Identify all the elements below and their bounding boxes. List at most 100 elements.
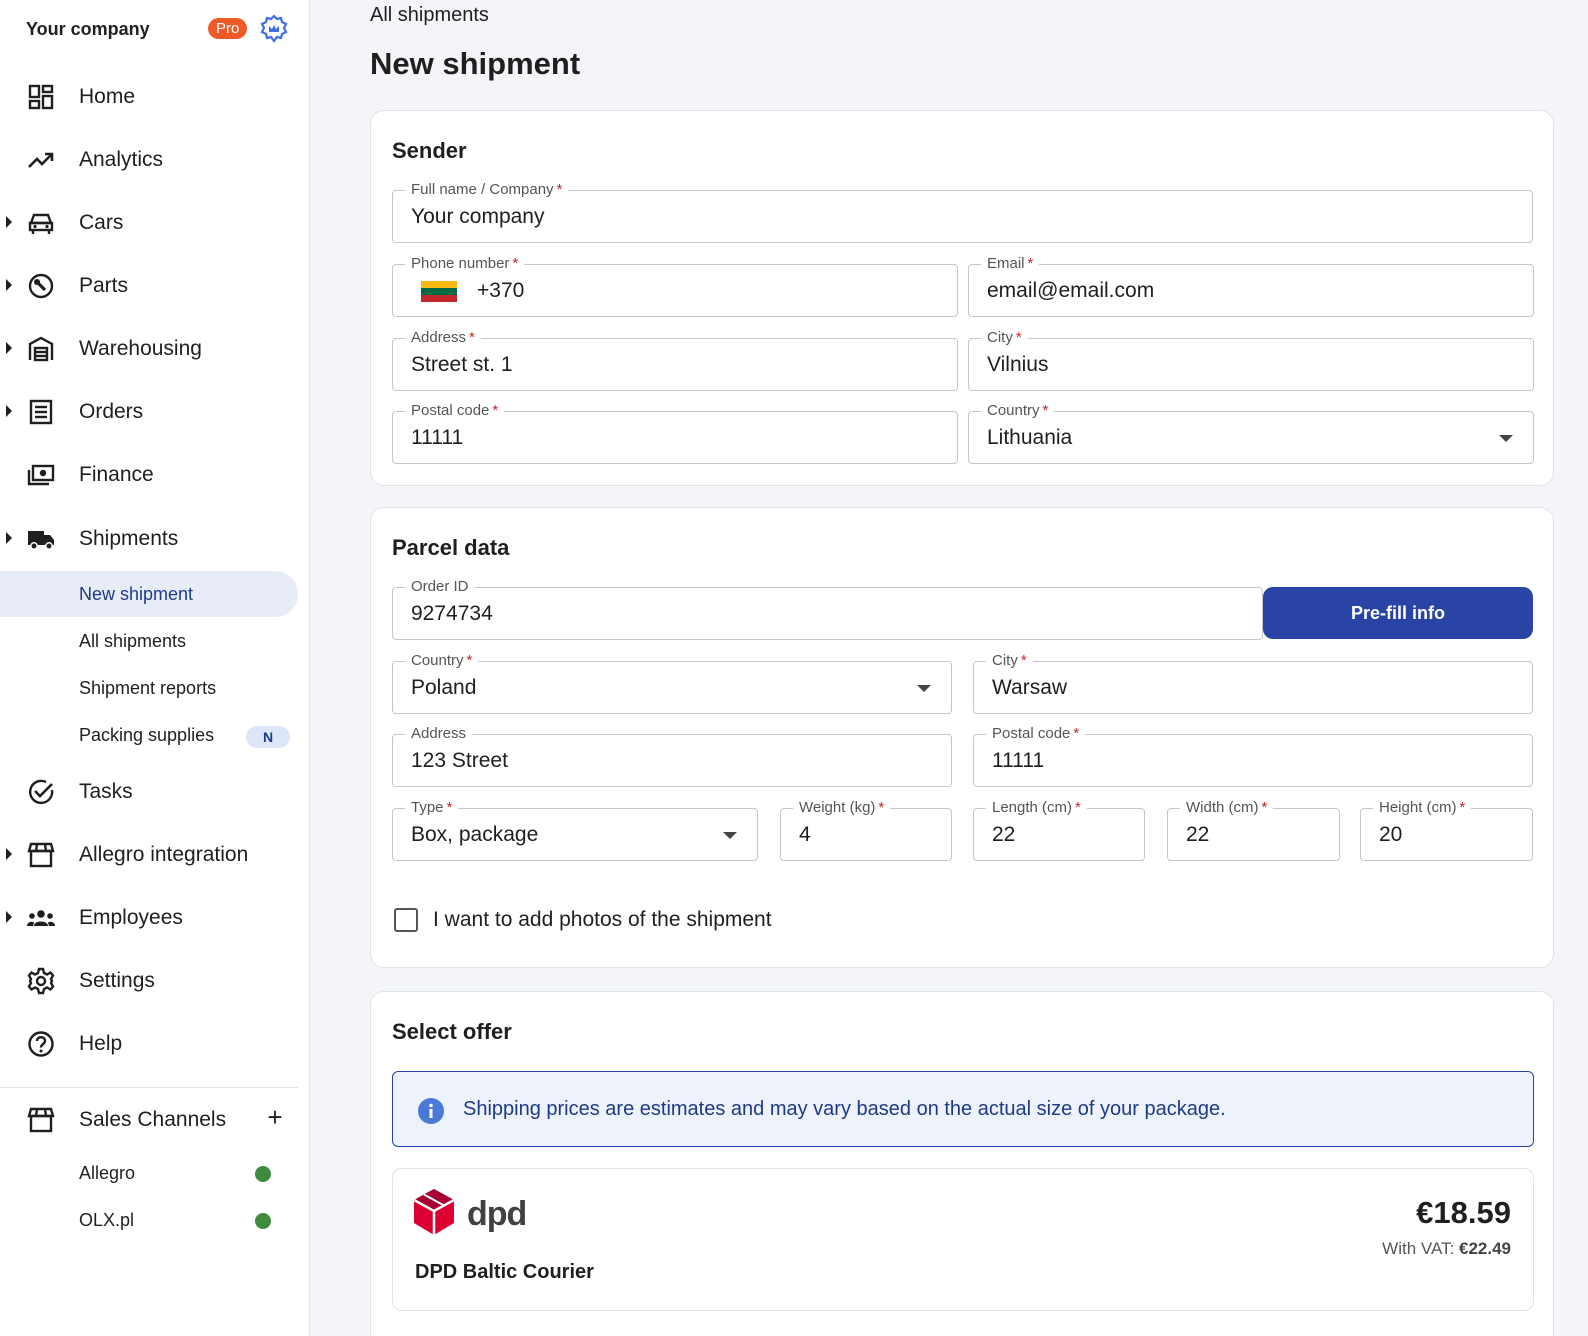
nav-analytics-label: Analytics xyxy=(79,148,164,171)
sender-city-value: Vilnius xyxy=(987,353,1049,376)
email-field[interactable]: Email * email@email.com xyxy=(968,255,1534,317)
sub-packing-supplies-label: Packing supplies xyxy=(79,725,215,745)
parcel-card: Parcel data Order ID 9274734 Pre-fill in… xyxy=(370,507,1554,968)
parcel-country-value: Poland xyxy=(411,676,477,699)
full-name-field[interactable]: Full name / Company * Your company xyxy=(392,181,1533,243)
nav-allegro-integration[interactable]: Allegro integration xyxy=(0,830,300,878)
add-photos-label[interactable]: I want to add photos of the shipment xyxy=(433,908,772,932)
parcel-city-value: Warsaw xyxy=(992,676,1068,699)
full-name-label: Full name / Company xyxy=(411,181,554,198)
sub-shipment-reports[interactable]: Shipment reports xyxy=(0,665,298,711)
nav-shipments[interactable]: Shipments xyxy=(0,514,300,562)
offer-price: €18.59 xyxy=(1416,1195,1511,1230)
nav-cars-label: Cars xyxy=(79,211,124,234)
sub-new-shipment[interactable]: New shipment xyxy=(0,571,298,617)
sidebar-divider xyxy=(0,1087,298,1088)
nav-warehousing[interactable]: Warehousing xyxy=(0,324,300,372)
nav-settings-label: Settings xyxy=(79,969,155,992)
nav-sales-channels[interactable]: Sales Channels xyxy=(0,1095,260,1143)
height-field[interactable]: Height (cm) * 20 xyxy=(1360,799,1533,861)
sender-postal-value: 11111 xyxy=(411,426,464,449)
sub-new-shipment-label: New shipment xyxy=(79,584,194,604)
parcel-country-select[interactable]: Country * Poland xyxy=(392,652,952,714)
lithuania-flag-icon[interactable] xyxy=(421,281,457,302)
expand-caret-icon[interactable] xyxy=(6,342,12,354)
status-dot xyxy=(255,1213,271,1229)
phone-field[interactable]: Phone number * +370 xyxy=(392,255,958,317)
add-photos-checkbox[interactable] xyxy=(394,908,418,932)
breadcrumb[interactable]: All shipments xyxy=(370,4,489,27)
parcel-postal-value: 11111 xyxy=(992,749,1045,772)
parcel-address-field[interactable]: Address 123 Street xyxy=(392,725,952,787)
phone-value: +370 xyxy=(477,279,525,302)
nav-help[interactable]: Help xyxy=(0,1019,300,1067)
weight-label: Weight (kg) xyxy=(799,799,876,816)
width-field[interactable]: Width (cm) * 22 xyxy=(1167,799,1340,861)
expand-caret-icon[interactable] xyxy=(6,405,12,417)
channel-olx-label: OLX.pl xyxy=(79,1210,135,1230)
sub-packing-supplies[interactable]: Packing supplies N xyxy=(0,712,298,758)
parcel-country-label: Country xyxy=(411,652,464,669)
expand-caret-icon[interactable] xyxy=(6,848,12,860)
brand[interactable]: Your company Pro xyxy=(26,14,296,43)
nav-sales-channels-label: Sales Channels xyxy=(79,1108,227,1131)
length-field[interactable]: Length (cm) * 22 xyxy=(973,799,1145,861)
pro-badge: Pro xyxy=(208,18,248,39)
email-label: Email xyxy=(987,255,1025,272)
sub-all-shipments[interactable]: All shipments xyxy=(0,618,298,664)
parcel-type-select[interactable]: Type * Box, package xyxy=(392,799,758,861)
order-id-field[interactable]: Order ID 9274734 xyxy=(392,578,1263,640)
expand-caret-icon[interactable] xyxy=(6,216,12,228)
expand-caret-icon[interactable] xyxy=(6,279,12,291)
length-value: 22 xyxy=(992,823,1016,846)
nav-orders[interactable]: Orders xyxy=(0,387,300,435)
weight-field[interactable]: Weight (kg) * 4 xyxy=(780,799,952,861)
offer-card: Select offer Shipping prices are estimat… xyxy=(370,991,1554,1336)
help-icon xyxy=(28,1031,54,1057)
parcel-city-field[interactable]: City * Warsaw xyxy=(973,652,1533,714)
dropdown-arrow-icon xyxy=(1499,435,1513,442)
nav-parts[interactable]: Parts xyxy=(0,261,300,309)
payments-icon xyxy=(27,464,55,486)
nav-settings[interactable]: Settings xyxy=(0,956,300,1004)
nav-cars[interactable]: Cars xyxy=(0,198,300,246)
sender-title: Sender xyxy=(392,138,467,163)
nav-employees[interactable]: Employees xyxy=(0,893,300,941)
sender-city-field[interactable]: City * Vilnius xyxy=(968,329,1534,391)
expand-caret-icon[interactable] xyxy=(6,532,12,544)
add-sales-channel-icon[interactable]: + xyxy=(264,1104,286,1130)
expand-caret-icon[interactable] xyxy=(6,911,12,923)
vat-label: With VAT: xyxy=(1382,1239,1455,1258)
nav-tasks-label: Tasks xyxy=(79,780,133,803)
length-label: Length (cm) xyxy=(992,799,1073,816)
warehouse-icon xyxy=(28,336,54,362)
nav-finance-label: Finance xyxy=(79,463,154,486)
nav-home[interactable]: Home xyxy=(0,72,300,120)
sender-country-select[interactable]: Country * Lithuania xyxy=(968,402,1534,464)
verified-badge-icon xyxy=(260,14,288,43)
sender-address-value: Street st. 1 xyxy=(411,353,513,376)
nav-tasks[interactable]: Tasks xyxy=(0,767,300,815)
parcel-postal-field[interactable]: Postal code * 11111 xyxy=(973,725,1533,787)
offer-option[interactable]: dpd DPD Baltic Courier €18.59 With VAT: … xyxy=(392,1168,1534,1311)
channel-olx[interactable]: OLX.pl xyxy=(0,1197,298,1243)
prefill-info-button[interactable]: Pre-fill info xyxy=(1263,587,1533,639)
channel-allegro[interactable]: Allegro xyxy=(0,1150,298,1196)
nav-parts-label: Parts xyxy=(79,274,129,297)
weight-value: 4 xyxy=(799,823,811,846)
nav-allegro-integration-label: Allegro integration xyxy=(79,843,249,866)
parcel-type-value: Box, package xyxy=(411,823,539,846)
phone-label: Phone number xyxy=(411,255,510,272)
sender-postal-field[interactable]: Postal code * 11111 xyxy=(392,402,958,464)
nav-help-label: Help xyxy=(79,1032,123,1055)
nav-warehousing-label: Warehousing xyxy=(79,337,202,360)
nav-analytics[interactable]: Analytics xyxy=(0,135,300,183)
info-text: Shipping prices are estimates and may va… xyxy=(463,1098,1226,1120)
width-label: Width (cm) xyxy=(1186,799,1259,816)
nav-finance[interactable]: Finance xyxy=(0,450,300,498)
truck-icon xyxy=(28,531,54,550)
sidebar: Your company Pro Home Analytics Cars Par… xyxy=(0,0,310,1336)
nav-shipments-label: Shipments xyxy=(79,527,179,550)
sender-address-field[interactable]: Address * Street st. 1 xyxy=(392,329,958,391)
group-icon xyxy=(27,910,55,926)
